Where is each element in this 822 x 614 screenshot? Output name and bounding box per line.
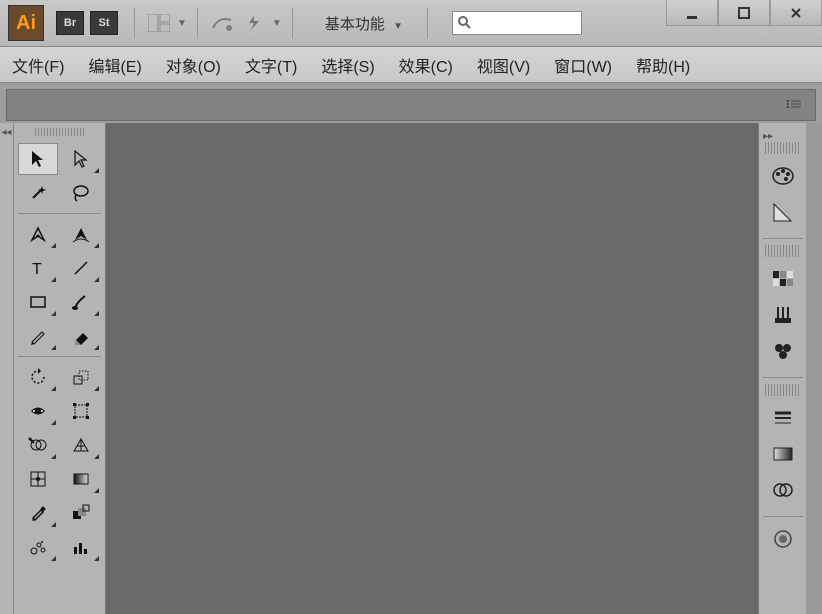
left-collapse-bar[interactable]: ◂◂ [0, 123, 14, 614]
appearance-panel-icon[interactable] [765, 523, 801, 555]
swatches-panel-icon[interactable] [765, 263, 801, 295]
main-area: ◂◂ T [0, 123, 822, 614]
stock-icon[interactable]: St [90, 11, 118, 35]
menu-view[interactable]: 视图(V) [477, 53, 530, 77]
right-panel-dock: ▸▸ [758, 123, 806, 614]
stroke-panel-icon[interactable] [765, 402, 801, 434]
rotate-tool[interactable] [18, 361, 58, 393]
type-tool[interactable]: T [18, 252, 58, 284]
symbol-sprayer-tool[interactable] [18, 531, 58, 563]
menu-edit[interactable]: 编辑(E) [88, 53, 141, 77]
search-input[interactable] [452, 11, 582, 35]
magic-wand-tool[interactable] [18, 177, 58, 209]
scale-tool[interactable] [61, 361, 101, 393]
collapse-arrow-icon: ◂◂ [0, 123, 13, 138]
menu-file[interactable]: 文件(F) [12, 53, 64, 77]
panel-grip[interactable] [765, 245, 801, 257]
gpu-icon[interactable] [208, 11, 236, 35]
eraser-tool[interactable] [61, 320, 101, 352]
control-strip [6, 89, 816, 121]
color-panel-icon[interactable] [765, 160, 801, 192]
selection-tool[interactable] [18, 143, 58, 175]
line-tool[interactable] [61, 252, 101, 284]
panel-grip[interactable] [765, 142, 801, 154]
blend-tool[interactable] [61, 497, 101, 529]
column-graph-tool[interactable] [61, 531, 101, 563]
panel-grip[interactable] [14, 125, 105, 139]
canvas-area[interactable] [106, 123, 758, 614]
menu-object[interactable]: 对象(O) [166, 53, 221, 77]
paintbrush-tool[interactable] [61, 286, 101, 318]
lasso-tool[interactable] [61, 177, 101, 209]
shape-builder-tool[interactable] [18, 429, 58, 461]
gradient-tool[interactable] [61, 463, 101, 495]
menu-select[interactable]: 选择(S) [321, 53, 374, 77]
close-button[interactable] [770, 0, 822, 26]
brushes-panel-icon[interactable] [765, 299, 801, 331]
right-scrollbar[interactable] [806, 123, 822, 614]
maximize-button[interactable] [718, 0, 770, 26]
window-controls [666, 0, 822, 26]
menu-effect[interactable]: 效果(C) [399, 53, 453, 77]
panel-grip[interactable] [765, 384, 801, 396]
color-guide-panel-icon[interactable] [765, 196, 801, 228]
width-tool[interactable] [18, 395, 58, 427]
expand-arrow-icon[interactable]: ▸▸ [759, 127, 773, 142]
tools-panel: T [14, 123, 106, 614]
rectangle-tool[interactable] [18, 286, 58, 318]
gradient-panel-icon[interactable] [765, 438, 801, 470]
app-logo: Ai [8, 5, 44, 41]
sync-icon[interactable] [240, 11, 268, 35]
mesh-tool[interactable] [18, 463, 58, 495]
direct-selection-tool[interactable] [61, 143, 101, 175]
eyedropper-tool[interactable] [18, 497, 58, 529]
menu-type[interactable]: 文字(T) [245, 53, 297, 77]
symbols-panel-icon[interactable] [765, 335, 801, 367]
menu-help[interactable]: 帮助(H) [636, 53, 690, 77]
panel-menu-icon[interactable] [787, 98, 807, 110]
titlebar: Ai Br St ▼ ▼ 基本功能 ▼ [0, 0, 822, 47]
arrange-documents-icon[interactable] [145, 11, 173, 35]
perspective-grid-tool[interactable] [61, 429, 101, 461]
minimize-button[interactable] [666, 0, 718, 26]
pencil-tool[interactable] [18, 320, 58, 352]
pen-tool[interactable] [18, 218, 58, 250]
free-transform-tool[interactable] [61, 395, 101, 427]
transparency-panel-icon[interactable] [765, 474, 801, 506]
bridge-icon[interactable]: Br [56, 11, 84, 35]
menubar: 文件(F) 编辑(E) 对象(O) 文字(T) 选择(S) 效果(C) 视图(V… [0, 47, 822, 83]
workspace-dropdown[interactable]: 基本功能 ▼ [311, 9, 417, 38]
svg-text:T: T [32, 261, 42, 278]
curvature-tool[interactable] [61, 218, 101, 250]
menu-window[interactable]: 窗口(W) [554, 53, 612, 77]
